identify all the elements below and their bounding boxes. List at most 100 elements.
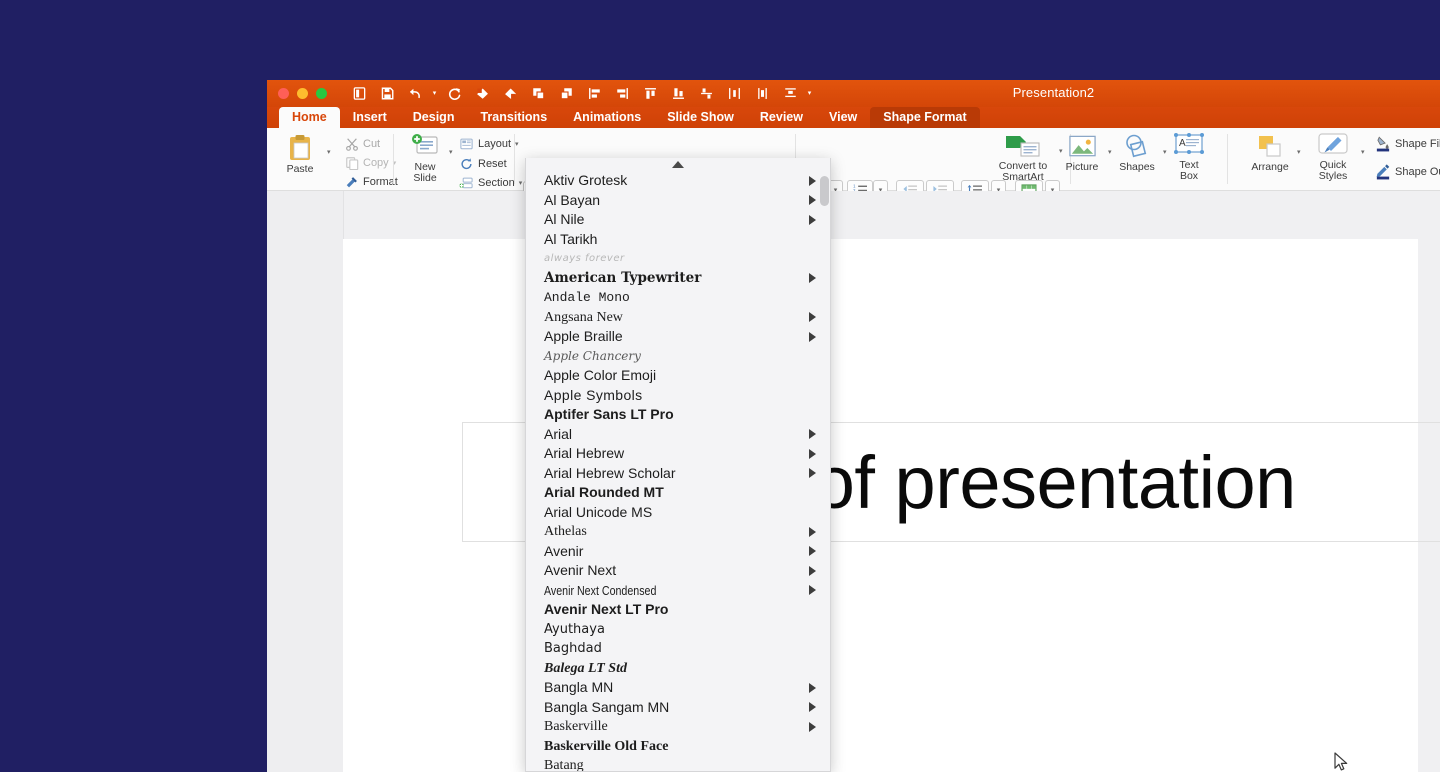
font-menu-item[interactable]: Andale Mono [526, 288, 830, 308]
new-slide-button[interactable]: New Slide [396, 134, 454, 184]
font-menu-item[interactable]: Apple Chancery [526, 347, 830, 367]
shape-outline-label: Shape Outline [1395, 166, 1440, 178]
ribbon: Paste ▾ Cut Copy ▾ Format New [267, 128, 1440, 191]
font-menu-item[interactable]: Al Tarikh [526, 230, 830, 250]
font-menu-item-label: Baskerville [544, 717, 608, 736]
font-menu-item[interactable]: Athelas [526, 522, 830, 542]
copy-label: Copy [363, 157, 389, 169]
paste-button[interactable]: Paste [276, 134, 324, 175]
shape-fill-button[interactable]: Shape Fill ▾ [1375, 135, 1440, 152]
slide-canvas[interactable]: Title of presentation [343, 239, 1418, 772]
font-menu-item-label: Bangla MN [544, 678, 613, 697]
font-menu-scroll-up[interactable] [526, 158, 830, 171]
font-menu-item[interactable]: Apple Color Emoji [526, 366, 830, 386]
arrange-dropdown-caret[interactable]: ▾ [1297, 149, 1301, 156]
font-menu-item[interactable]: Baskerville [526, 717, 830, 737]
font-menu-item[interactable]: Arial Hebrew [526, 444, 830, 464]
quick-styles-button[interactable]: Quick Styles [1305, 132, 1361, 182]
font-menu-item[interactable]: Arial Unicode MS [526, 503, 830, 523]
group-divider [393, 134, 394, 184]
arrange-label: Arrange [1251, 162, 1288, 173]
copy-button[interactable]: Copy ▾ [345, 156, 396, 170]
font-menu-item[interactable]: Arial [526, 425, 830, 445]
format-painter-button[interactable]: Format [345, 175, 398, 189]
tab-transitions[interactable]: Transitions [467, 107, 560, 128]
font-menu-item[interactable]: Angsana New [526, 308, 830, 328]
font-menu-item[interactable]: Avenir Next [526, 561, 830, 581]
ribbon-tabs: Home Insert Design Transitions Animation… [279, 107, 980, 128]
reset-button[interactable]: Reset [459, 157, 507, 171]
tab-shape-format[interactable]: Shape Format [870, 107, 979, 128]
font-menu-item[interactable]: Bangla Sangam MN [526, 698, 830, 718]
font-menu-item-label: Angsana New [544, 308, 623, 327]
font-menu-item[interactable]: Aptifer Sans LT Pro [526, 405, 830, 425]
font-menu-item[interactable]: Arial Hebrew Scholar [526, 464, 830, 484]
font-menu-item[interactable]: Baskerville Old Face [526, 737, 830, 757]
submenu-arrow-icon [809, 332, 816, 342]
font-menu-item[interactable]: Balega LT Std [526, 659, 830, 679]
layout-icon [459, 137, 474, 151]
submenu-arrow-icon [809, 585, 816, 595]
convert-to-smartart-button[interactable]: Convert to SmartArt [987, 133, 1059, 183]
font-menu-item[interactable]: Avenir [526, 542, 830, 562]
tab-view[interactable]: View [816, 107, 870, 128]
cut-button[interactable]: Cut [345, 137, 380, 151]
font-menu-item[interactable]: Avenir Next LT Pro [526, 600, 830, 620]
group-divider [514, 134, 515, 184]
slide-thumbnail-pane[interactable] [267, 191, 344, 772]
tab-animations[interactable]: Animations [560, 107, 654, 128]
font-menu-item[interactable]: Avenir Next Condensed [526, 581, 830, 601]
font-menu-item[interactable]: Al Bayan [526, 191, 830, 211]
arrange-button[interactable]: Arrange [1242, 134, 1298, 173]
font-menu-item[interactable]: American Typewriter [526, 269, 830, 289]
font-menu-item-label: Al Bayan [544, 191, 600, 210]
group-divider [1227, 134, 1228, 184]
font-menu-item[interactable]: Al Nile [526, 210, 830, 230]
font-menu-item[interactable]: Arial Rounded MT [526, 483, 830, 503]
section-dropdown-caret[interactable]: ▾ [519, 180, 523, 187]
layout-button[interactable]: Layout ▾ [459, 137, 519, 151]
font-menu-item[interactable]: Aktiv Grotesk [526, 171, 830, 191]
submenu-arrow-icon [809, 273, 816, 283]
font-menu-item[interactable]: Batang [526, 756, 830, 772]
tab-design[interactable]: Design [400, 107, 468, 128]
shapes-button[interactable]: Shapes [1113, 134, 1161, 173]
font-menu-item-label: Apple Color Emoji [544, 366, 656, 385]
tab-slide-show[interactable]: Slide Show [654, 107, 747, 128]
paste-label: Paste [287, 164, 314, 175]
tab-review[interactable]: Review [747, 107, 816, 128]
new-slide-dropdown-caret[interactable]: ▾ [449, 149, 453, 156]
font-menu-item-label: Baghdad [544, 639, 602, 658]
shape-outline-button[interactable]: Shape Outline ▾ [1375, 163, 1440, 180]
font-dropdown-menu[interactable]: Aktiv GroteskAl BayanAl NileAl Tarikhalw… [525, 158, 831, 772]
cut-label: Cut [363, 138, 380, 150]
scissors-icon [345, 137, 359, 151]
section-button[interactable]: Section ▾ [459, 176, 522, 190]
font-menu-item-label: Arial [544, 425, 572, 444]
font-menu-item[interactable]: Bangla MN [526, 678, 830, 698]
font-menu-item[interactable]: Baghdad [526, 639, 830, 659]
reset-label: Reset [478, 158, 507, 170]
text-box-button[interactable]: A Text Box [1165, 132, 1213, 182]
tab-home[interactable]: Home [279, 107, 340, 128]
font-menu-item[interactable]: Ayuthaya [526, 620, 830, 640]
picture-label: Picture [1066, 162, 1099, 173]
font-menu-item-label: Al Tarikh [544, 230, 597, 249]
layout-dropdown-caret[interactable]: ▾ [515, 141, 519, 148]
font-menu-item[interactable]: always forever [526, 249, 830, 269]
tab-insert[interactable]: Insert [340, 107, 400, 128]
shape-fill-icon [1375, 135, 1391, 152]
layout-label: Layout [478, 138, 511, 150]
quick-styles-dropdown-caret[interactable]: ▾ [1361, 149, 1365, 156]
font-menu-item[interactable]: Apple Symbols [526, 386, 830, 406]
shape-outline-icon [1375, 163, 1391, 180]
submenu-arrow-icon [809, 683, 816, 693]
picture-dropdown-caret[interactable]: ▾ [1108, 149, 1112, 156]
font-menu-scrollbar[interactable] [820, 176, 829, 206]
font-menu-item[interactable]: Apple Braille [526, 327, 830, 347]
font-menu-item-label: always forever [544, 249, 625, 268]
font-menu-item-label: Apple Symbols [544, 386, 643, 405]
paste-dropdown-caret[interactable]: ▾ [327, 149, 331, 156]
text-box-label-line2: Box [1180, 170, 1198, 182]
picture-button[interactable]: Picture [1058, 134, 1106, 173]
